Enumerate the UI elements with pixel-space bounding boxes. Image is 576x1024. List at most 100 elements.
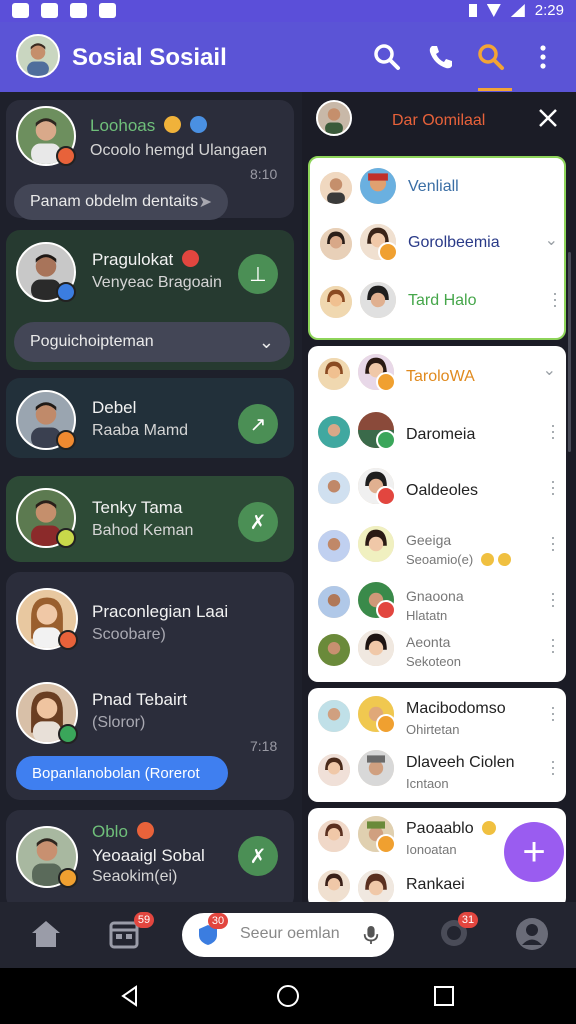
- search-highlight-icon: [478, 44, 504, 70]
- contact-name: Oaldeoles: [406, 482, 479, 499]
- timestamp: 7:18: [250, 738, 278, 754]
- contact-row[interactable]: Venliall: [310, 162, 568, 218]
- contact-name: Gorolbeemia: [408, 234, 500, 251]
- avatar: [16, 242, 76, 302]
- chat-card[interactable]: Pragulokat Venyeac Bragoain ⊥ Poguichoip…: [6, 230, 294, 370]
- contact-name: Daromeia: [406, 426, 476, 443]
- call-action-icon: ⊥: [249, 263, 267, 286]
- message-preview: Yeoaaigl Sobal: [92, 846, 205, 865]
- contact-row[interactable]: Gnaoona Hlatatn · · ·: [308, 576, 566, 632]
- home-button[interactable]: [276, 984, 300, 1008]
- close-button[interactable]: [536, 106, 560, 130]
- chat-card[interactable]: Praconlegian Laai Scoobare) Pnad Tebairt…: [6, 572, 294, 800]
- chevron-down-icon[interactable]: ⌄: [545, 230, 558, 250]
- search-button[interactable]: [370, 40, 404, 74]
- action-button[interactable]: ↗: [238, 404, 278, 444]
- more-menu-button[interactable]: [526, 40, 560, 74]
- more-vertical-icon[interactable]: · · ·: [550, 416, 556, 446]
- verified-icon: [189, 116, 207, 133]
- contact-row[interactable]: Oaldeoles · · ·: [308, 464, 566, 520]
- emoji-icon: [482, 821, 497, 835]
- status-time: 2:29: [534, 2, 564, 19]
- reply-chip-label: Panam obdelm dentaits: [30, 193, 199, 210]
- contact-row[interactable]: Gorolbeemia ⌄: [310, 220, 568, 276]
- avatar: [356, 352, 396, 392]
- more-vertical-icon: [540, 45, 546, 69]
- contact-name: Venliall: [408, 178, 459, 195]
- new-chat-button[interactable]: +: [504, 822, 564, 882]
- contact-name: Paoaablo: [406, 820, 474, 837]
- contact-name: Oblo: [92, 822, 128, 841]
- more-vertical-icon[interactable]: · · ·: [550, 528, 556, 558]
- avatar: [316, 584, 352, 620]
- back-button[interactable]: [118, 984, 142, 1008]
- contact-row[interactable]: Geeiga Seoamio(e) · · ·: [308, 520, 566, 576]
- wifi-icon: [486, 4, 501, 17]
- avatar: [318, 170, 354, 206]
- avatar: [356, 580, 396, 620]
- chat-card[interactable]: Oblo Yeoaaigl Sobal Seaokim(ei) ✗: [6, 810, 294, 902]
- contact-name: Tard Halo: [408, 292, 477, 309]
- app-title: Sosial Sosiail: [72, 44, 227, 71]
- dropdown-label: Poguichoipteman: [30, 333, 154, 350]
- signal-icon: [510, 4, 525, 17]
- avatar: [356, 814, 396, 854]
- avatar: [316, 752, 352, 788]
- missed-call-icon: ✗: [249, 511, 267, 534]
- more-vertical-icon[interactable]: · · ·: [552, 284, 558, 314]
- contact-group: Macibodomso Ohirtetan · · · Dlaveeh Ciolen…: [308, 688, 566, 802]
- system-nav-bar: [0, 968, 576, 1024]
- avatar: [356, 628, 396, 668]
- message-preview: (Sloror): [92, 714, 146, 731]
- profile-tab[interactable]: [514, 916, 550, 952]
- contact-row[interactable]: Daromeia · · ·: [308, 408, 566, 464]
- more-vertical-icon[interactable]: · · ·: [550, 472, 556, 502]
- search-bar[interactable]: 30 Seeur oemlan: [182, 913, 394, 957]
- scrollbar[interactable]: [568, 252, 571, 452]
- contact-row[interactable]: Dlaveeh Ciolen Icntaon · · ·: [308, 746, 566, 802]
- more-vertical-icon[interactable]: · · ·: [550, 752, 556, 782]
- contact-row[interactable]: Tard Halo · · ·: [310, 278, 568, 334]
- action-button[interactable]: ⊥: [238, 254, 278, 294]
- active-search-button[interactable]: [474, 40, 508, 74]
- home-tab[interactable]: [28, 916, 64, 952]
- calendar-tab[interactable]: 59: [106, 912, 154, 952]
- microphone-icon[interactable]: [362, 923, 380, 947]
- contact-status: Ohirtetan: [406, 722, 460, 737]
- reply-chip[interactable]: Panam obdelm dentaits ➤: [14, 184, 228, 220]
- avatar: [316, 356, 352, 392]
- call-button[interactable]: [424, 40, 458, 74]
- contact-row[interactable]: TaroloWA ⌄: [308, 350, 566, 406]
- contact-row[interactable]: Aeonta Sekoteon · · ·: [308, 626, 566, 682]
- chat-tab[interactable]: 31: [436, 912, 478, 952]
- reply-chip[interactable]: Bopanlanobolan (Rorerot: [16, 756, 228, 790]
- contact-group: Venliall Gorolbeemia ⌄ Tard Halo · · ·: [308, 156, 566, 340]
- contact-group: TaroloWA ⌄ Daromeia · · · Oaldeoles · · · Ge…: [308, 346, 566, 682]
- contact-row[interactable]: Macibodomso Ohirtetan · · ·: [308, 692, 566, 748]
- recents-button[interactable]: [432, 984, 456, 1008]
- chat-card[interactable]: Debel Raaba Mamd ↗: [6, 378, 294, 458]
- chat-list[interactable]: Loohoas Ocoolo hemgd Ulangaen 8:10 Panam…: [0, 92, 302, 902]
- action-button[interactable]: ✗: [238, 836, 278, 876]
- chevron-down-icon[interactable]: ⌄: [543, 360, 556, 380]
- contact-name: Praconlegian Laai: [92, 602, 229, 621]
- more-vertical-icon[interactable]: · · ·: [550, 584, 556, 614]
- avatar: [316, 414, 352, 450]
- more-vertical-icon[interactable]: · · ·: [550, 630, 556, 660]
- avatar: [16, 488, 76, 548]
- profile-avatar[interactable]: [16, 34, 60, 78]
- more-vertical-icon[interactable]: · · ·: [550, 698, 556, 728]
- category-dropdown[interactable]: Poguichoipteman ⌄: [14, 322, 290, 362]
- home-icon: [32, 921, 60, 947]
- avatar: [16, 826, 78, 888]
- avatar: [316, 632, 352, 668]
- chat-card-selected[interactable]: Tenky Tama Bahod Keman ✗: [6, 476, 294, 562]
- avatar: [358, 166, 398, 206]
- chat-card[interactable]: Loohoas Ocoolo hemgd Ulangaen 8:10 Panam…: [6, 100, 294, 220]
- avatar: [316, 100, 352, 136]
- notification-icon: [12, 3, 29, 18]
- action-button[interactable]: ✗: [238, 502, 278, 542]
- avatar: [358, 280, 398, 320]
- vibrate-icon: [468, 4, 477, 17]
- bottom-nav: 59 30 Seeur oemlan 31: [0, 902, 576, 968]
